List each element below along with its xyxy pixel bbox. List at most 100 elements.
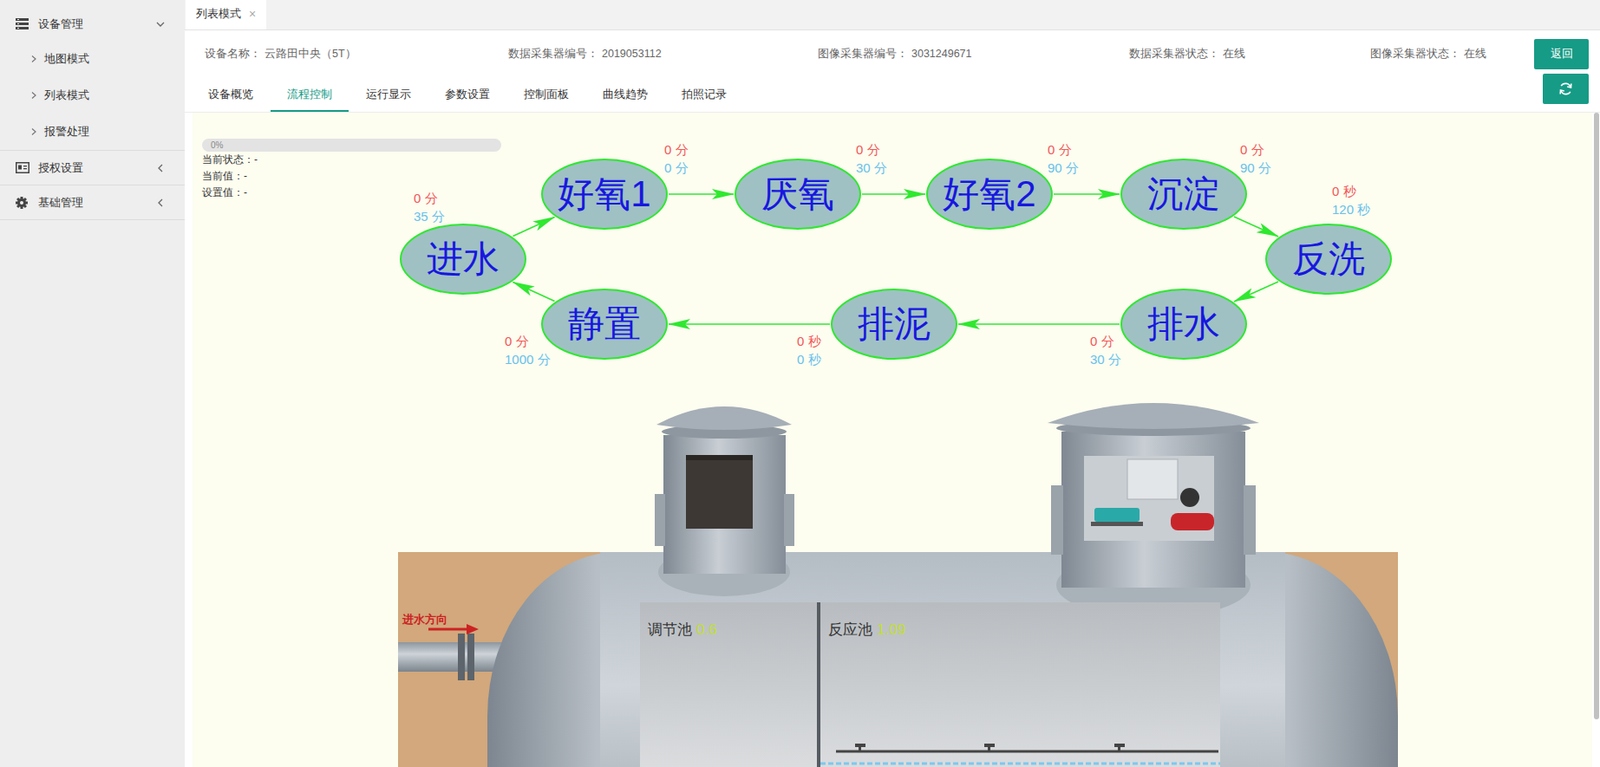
sidebar-subitem[interactable]: 列表模式 (0, 77, 185, 114)
elapsed-time: 0 分 (855, 140, 888, 159)
info-field: 数据采集器状态：在线 (1129, 45, 1371, 63)
step-times: 0 分0 分 (664, 140, 689, 177)
page-tab[interactable]: 列表模式 × (185, 0, 267, 30)
flow-arrow (958, 323, 1120, 326)
flow-arrow (1053, 193, 1120, 196)
step-times: 0 秒120 秒 (1332, 182, 1371, 219)
set-time: 30 分 (1090, 350, 1122, 369)
progress-panel: 0%当前状态：-当前值：-设置值：- (192, 112, 523, 202)
flow-arrow (513, 281, 556, 301)
status-label: 设置值： (202, 186, 244, 199)
sidebar-group: 基础管理 (0, 185, 185, 221)
flow-arrow (668, 323, 830, 326)
list-icon (15, 18, 30, 31)
sidebar-label: 授权设置 (38, 159, 84, 177)
chamber-label: 调节池0.6 (647, 621, 718, 639)
process-step[interactable]: 排泥 (830, 288, 958, 360)
progress-track: 0% (202, 138, 502, 152)
scrollbar[interactable] (1593, 112, 1600, 767)
info-field: 图像采集器编号：3031249671 (817, 45, 1130, 63)
process-step[interactable]: 进水 (399, 223, 527, 295)
sidebar-label: 设备管理 (38, 15, 84, 33)
elapsed-time: 0 分 (1240, 140, 1272, 159)
sub-tabs: 设备概览流程控制运行显示参数设置控制面板曲线趋势拍照记录 (184, 78, 1535, 112)
chevron-left-icon (155, 197, 166, 209)
info-field: 设备名称：云路田中央（5T） (204, 45, 509, 63)
scroll-thumb[interactable] (1593, 112, 1600, 720)
elapsed-time: 0 分 (504, 332, 551, 351)
sub-tab[interactable]: 曲线趋势 (586, 78, 665, 112)
set-time: 90 分 (1240, 158, 1272, 177)
chevron-left-icon (155, 163, 166, 174)
progress-reading: 0% (210, 138, 223, 152)
chamber-name: 反应池 (828, 621, 873, 639)
flow-arrow (1234, 281, 1279, 302)
info-value: 3031249671 (911, 47, 973, 60)
step-times: 0 分30 分 (1090, 332, 1122, 369)
id-card-icon (15, 162, 30, 175)
sidebar-item[interactable]: 设备管理 (0, 0, 185, 41)
set-time: 1000 分 (504, 350, 551, 369)
status-label: 当前值： (202, 169, 244, 183)
device-header: 设备名称：云路田中央（5T）数据采集器编号：2019053112图像采集器编号：… (184, 30, 1600, 113)
elapsed-time: 0 分 (1090, 332, 1122, 351)
work-area: 进水方向调节池0.6反应池1.090%当前状态：-当前值：-设置值：-进水0 分… (184, 112, 1600, 767)
elapsed-time: 0 秒 (796, 332, 822, 351)
sub-tab[interactable]: 参数设置 (428, 78, 507, 112)
flow-arrow (513, 216, 556, 236)
sidebar-subitem[interactable]: 地图模式 (0, 40, 185, 78)
sidebar-subitem-label: 地图模式 (44, 50, 90, 68)
status-line: 当前值：- (202, 168, 523, 185)
set-time: 0 分 (664, 158, 689, 177)
step-times: 0 分90 分 (1240, 140, 1272, 177)
sub-tab[interactable]: 控制面板 (507, 78, 586, 112)
device-info: 设备名称：云路田中央（5T）数据采集器编号：2019053112图像采集器编号：… (184, 39, 1535, 69)
flow-arrow (862, 193, 926, 196)
sub-tab[interactable]: 拍照记录 (665, 78, 744, 112)
elapsed-time: 0 秒 (1332, 182, 1371, 201)
sidebar-subitem[interactable]: 报警处理 (0, 113, 185, 151)
sub-tab[interactable]: 流程控制 (270, 78, 349, 112)
set-time: 90 分 (1047, 158, 1079, 177)
step-times: 0 分30 分 (855, 140, 888, 177)
process-step[interactable]: 厌氧 (734, 158, 862, 230)
set-time: 120 秒 (1332, 200, 1371, 219)
process-step[interactable]: 静置 (541, 288, 668, 360)
sidebar-item[interactable]: 基础管理 (0, 185, 185, 220)
process-step[interactable]: 好氧2 (926, 158, 1053, 230)
sub-tab[interactable]: 运行显示 (349, 78, 428, 112)
info-label: 图像采集器编号： (817, 47, 908, 60)
info-value: 2019053112 (601, 47, 662, 60)
status-label: 当前状态： (202, 153, 255, 166)
back-button[interactable]: 返回 (1534, 39, 1589, 70)
process-step[interactable]: 好氧1 (541, 158, 668, 230)
gear-icon (15, 196, 30, 209)
tab-close-button[interactable]: × (248, 5, 256, 24)
info-value: 云路田中央（5T） (264, 47, 357, 60)
header-buttons: 返回 (1534, 30, 1600, 112)
chevron-right-icon (29, 54, 39, 64)
sub-tab[interactable]: 设备概览 (191, 78, 270, 112)
sidebar-subitem-label: 列表模式 (44, 86, 90, 105)
process-drawing: 进水方向调节池0.6 反应池1.09 (192, 112, 1593, 767)
tab-label: 列表模式 (195, 6, 242, 23)
chamber-name: 调节池 (647, 621, 693, 639)
chevron-down-icon (155, 19, 166, 30)
info-value: 在线 (1463, 47, 1487, 60)
status-value: - (254, 153, 258, 166)
inlet-label: 进水方向 (401, 613, 448, 627)
process-step[interactable]: 沉淀 (1120, 158, 1248, 230)
sidebar-item[interactable]: 授权设置 (0, 150, 185, 185)
set-time: 0 秒 (796, 350, 822, 369)
refresh-button[interactable] (1542, 73, 1589, 105)
chevron-right-icon (29, 91, 39, 100)
info-label: 数据采集器编号： (508, 47, 599, 60)
elapsed-time: 0 分 (664, 140, 689, 159)
process-step[interactable]: 排水 (1120, 288, 1248, 360)
info-label: 数据采集器状态： (1129, 47, 1220, 60)
chamber-reading: 1.09 (876, 621, 906, 639)
process-step[interactable]: 反洗 (1265, 223, 1392, 295)
tab-strip: 列表模式 × (184, 0, 1600, 31)
status-value: - (243, 169, 248, 183)
info-label: 设备名称： (204, 47, 262, 60)
